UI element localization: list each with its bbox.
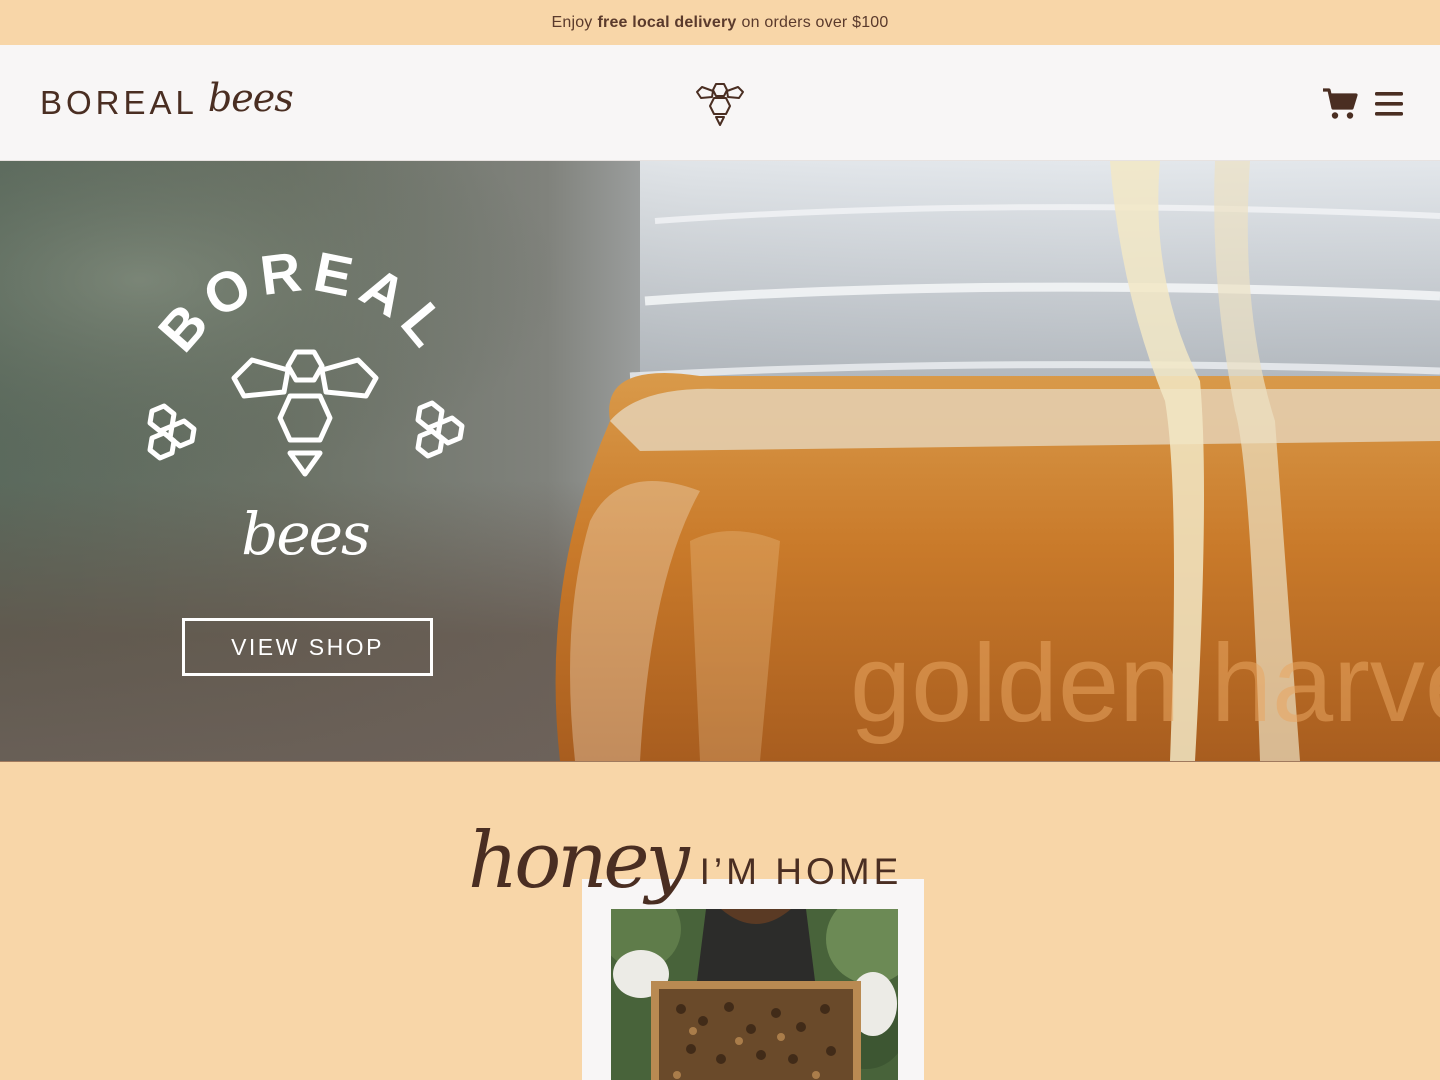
hero-banner: golden harvest BOREAL bees VIEW SHOP xyxy=(0,161,1440,761)
view-shop-button[interactable]: VIEW SHOP xyxy=(182,618,433,676)
hero-logo-script: bees xyxy=(241,500,369,568)
bee-icon[interactable] xyxy=(694,81,746,129)
site-header: BOREAL bees xyxy=(0,45,1440,161)
heading-subtitle: I’M HOME xyxy=(699,851,903,892)
hero-brand-logo: BOREAL bees xyxy=(146,246,465,568)
svg-text:golden harvest: golden harvest xyxy=(850,622,1440,745)
announcement-bar: Enjoy free local delivery on orders over… xyxy=(0,0,1440,45)
heading-script: honey xyxy=(468,816,690,906)
beekeeper-photo xyxy=(611,909,898,1080)
hero-logo-arc-text: BOREAL xyxy=(146,246,457,364)
brand-name: BOREAL xyxy=(40,84,198,121)
brand-logo[interactable]: BOREAL bees xyxy=(40,76,294,121)
intro-section: honey I’M HOME xyxy=(0,761,1440,1080)
svg-text:BOREAL: BOREAL xyxy=(146,246,465,364)
hamburger-menu-icon[interactable] xyxy=(1374,89,1404,119)
brand-script: bees xyxy=(207,76,294,120)
cart-icon[interactable] xyxy=(1322,87,1358,121)
section-heading: honey I’M HOME xyxy=(468,822,902,900)
announcement-suffix: on orders over $100 xyxy=(741,13,889,31)
announcement-highlight: free local delivery xyxy=(597,13,737,31)
photo-card xyxy=(582,879,924,1080)
announcement-prefix: Enjoy xyxy=(551,13,593,31)
